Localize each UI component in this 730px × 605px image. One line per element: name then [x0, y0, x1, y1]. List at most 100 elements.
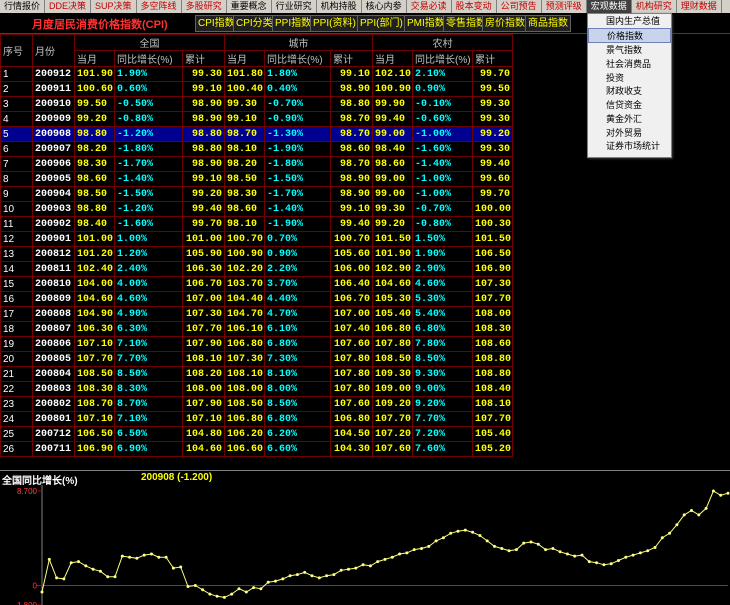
- sub-tab-8[interactable]: 商品指数: [525, 15, 571, 32]
- table-row[interactable]: 8 200905 98.60 -1.40% 99.10 98.50 -1.50% 98.90 9…: [0, 171, 514, 187]
- top-tab-9[interactable]: 交易必读: [407, 0, 452, 13]
- table-row[interactable]: 20 200805 107.70 7.70% 108.10 107.30 7.30% 107.…: [0, 351, 514, 367]
- table-row[interactable]: 12 200901 101.00 1.00% 101.00 100.70 0.70% 100.…: [0, 231, 514, 247]
- rural-cumulative-cell: 99.50: [472, 81, 514, 97]
- table-row[interactable]: 5 200908 98.80 -1.20% 98.80 98.70 -1.30% 98.70 9…: [0, 126, 514, 142]
- column-header-national-cumulative[interactable]: 累计: [181, 50, 226, 67]
- national-cumulative-cell: 107.70: [181, 321, 226, 337]
- table-row[interactable]: 24 200801 107.10 7.10% 107.10 106.80 6.80% 106.…: [0, 411, 514, 427]
- national-yoy-cell: -1.60%: [114, 216, 183, 232]
- national-yoy-cell: 6.50%: [114, 426, 183, 442]
- national-current-cell: 99.50: [74, 96, 115, 112]
- column-header-national-current[interactable]: 当月: [74, 50, 115, 67]
- table-row[interactable]: 10 200903 98.80 -1.20% 99.40 98.60 -1.40% 99.10…: [0, 201, 514, 217]
- rural-yoy-cell: -0.80%: [412, 216, 474, 232]
- group-header-national: 全国: [73, 34, 226, 51]
- top-tab-11[interactable]: 公司预告: [497, 0, 542, 13]
- sub-tab-4[interactable]: PPI(部门): [357, 15, 406, 32]
- table-row[interactable]: 1 200912 101.90 1.90% 99.30 101.80 1.80% 99.10 1…: [0, 66, 514, 82]
- urban-yoy-cell: 8.50%: [264, 396, 332, 412]
- top-tab-15[interactable]: 理财数据: [677, 0, 722, 13]
- table-row[interactable]: 14 200811 102.40 2.40% 106.30 102.20 2.20% 106.…: [0, 261, 514, 277]
- top-tab-8[interactable]: 核心内参: [362, 0, 407, 13]
- table-row[interactable]: 22 200803 108.30 8.30% 108.00 108.00 8.00% 107.…: [0, 381, 514, 397]
- dropdown-item-6[interactable]: 信贷资金: [588, 98, 671, 112]
- sub-tab-7[interactable]: 房价指数: [482, 15, 528, 32]
- top-tab-1[interactable]: DDE决策: [45, 0, 92, 13]
- table-row[interactable]: 2 200911 100.60 0.60% 99.10 100.40 0.40% 98.90 1…: [0, 81, 514, 97]
- top-tab-6[interactable]: 行业研究: [272, 0, 317, 13]
- top-tab-14[interactable]: 机构研究: [632, 0, 677, 13]
- top-tab-5[interactable]: 重要概念: [227, 0, 272, 13]
- national-current-cell: 98.80: [74, 126, 115, 142]
- column-header-index[interactable]: 序号: [0, 34, 33, 67]
- urban-yoy-cell: 1.80%: [264, 66, 332, 82]
- sub-tab-5[interactable]: PMI指数: [404, 15, 448, 32]
- sub-tab-3[interactable]: PPI(资料): [310, 15, 359, 32]
- table-row[interactable]: 6 200907 98.20 -1.80% 98.80 98.10 -1.90% 98.60 9…: [0, 141, 514, 157]
- chart-point: [704, 506, 708, 510]
- sub-tab-1[interactable]: CPI分类: [233, 15, 276, 32]
- dropdown-item-2[interactable]: 景气指数: [588, 43, 671, 57]
- column-header-period[interactable]: 月份: [32, 34, 75, 67]
- table-row[interactable]: 17 200808 104.90 4.90% 107.30 104.70 4.70% 107.…: [0, 306, 514, 322]
- yoy-line-chart[interactable]: 8.700 0 -1.800: [0, 471, 730, 605]
- table-row[interactable]: 18 200807 106.30 6.30% 107.70 106.10 6.10% 107.…: [0, 321, 514, 337]
- table-row[interactable]: 7 200906 98.30 -1.70% 98.90 98.20 -1.80% 98.70 9…: [0, 156, 514, 172]
- chart-point: [354, 566, 358, 570]
- dropdown-item-7[interactable]: 黄金外汇: [588, 112, 671, 126]
- table-row[interactable]: 16 200809 104.60 4.60% 107.00 104.40 4.40% 106.…: [0, 291, 514, 307]
- yoy-chart-panel[interactable]: 8.700 0 -1.800 全国同比增长(%) 200908 (-1.200): [0, 470, 730, 605]
- top-tab-7[interactable]: 机构持股: [317, 0, 362, 13]
- urban-yoy-cell: -1.80%: [264, 156, 332, 172]
- dropdown-item-1[interactable]: 价格指数: [588, 27, 671, 44]
- table-row[interactable]: 9 200904 98.50 -1.50% 99.20 98.30 -1.70% 98.90 9…: [0, 186, 514, 202]
- table-row[interactable]: 21 200804 108.50 8.50% 108.20 108.10 8.10% 107.…: [0, 366, 514, 382]
- dropdown-item-5[interactable]: 财政收支: [588, 84, 671, 98]
- urban-current-cell: 104.40: [224, 291, 266, 307]
- top-tab-13[interactable]: 宏观数据: [586, 0, 632, 13]
- dropdown-item-4[interactable]: 投资: [588, 71, 671, 85]
- top-tab-4[interactable]: 多股研究: [182, 0, 227, 13]
- dropdown-item-8[interactable]: 对外贸易: [588, 126, 671, 140]
- dropdown-item-0[interactable]: 国内生产总值: [588, 14, 671, 28]
- table-row[interactable]: 26 200711 106.90 6.90% 104.60 106.60 6.60% 104.…: [0, 441, 514, 457]
- table-row[interactable]: 4 200909 99.20 -0.80% 98.90 99.10 -0.90% 98.70 9…: [0, 111, 514, 127]
- table-row[interactable]: 15 200810 104.00 4.00% 106.70 103.70 3.70% 106.…: [0, 276, 514, 292]
- row-index-cell: 22: [0, 381, 33, 397]
- rural-yoy-cell: 5.40%: [412, 306, 474, 322]
- table-row[interactable]: 19 200806 107.10 7.10% 107.90 106.80 6.80% 107.…: [0, 336, 514, 352]
- top-tab-12[interactable]: 预测评级: [542, 0, 587, 13]
- chart-point: [230, 592, 234, 596]
- sub-tab-2[interactable]: PPI指数: [272, 15, 315, 32]
- table-row[interactable]: 13 200812 101.20 1.20% 105.90 100.90 0.90% 105.…: [0, 246, 514, 262]
- column-header-rural-cumulative[interactable]: 累计: [472, 50, 514, 67]
- chart-point: [157, 555, 161, 559]
- table-row[interactable]: 23 200802 108.70 8.70% 107.90 108.50 8.50% 107.…: [0, 396, 514, 412]
- top-tab-0[interactable]: 行情报价: [0, 0, 46, 13]
- table-row[interactable]: 11 200902 98.40 -1.60% 99.70 98.10 -1.90% 99.40…: [0, 216, 514, 232]
- column-header-rural-yoy[interactable]: 同比增长(%): [412, 50, 474, 67]
- column-header-rural-current[interactable]: 当月: [372, 50, 414, 67]
- table-row[interactable]: 25 200712 106.50 6.50% 104.80 106.20 6.20% 104.…: [0, 426, 514, 442]
- rural-cumulative-cell: 99.70: [472, 66, 514, 82]
- chart-point: [113, 575, 117, 579]
- table-row[interactable]: 3 200910 99.50 -0.50% 98.90 99.30 -0.70% 98.80 9…: [0, 96, 514, 112]
- column-header-urban-cumulative[interactable]: 累计: [330, 50, 374, 67]
- national-yoy-cell: 0.60%: [114, 81, 183, 97]
- sub-tab-0[interactable]: CPI指数: [195, 15, 238, 32]
- national-cumulative-cell: 104.80: [181, 426, 226, 442]
- chart-point: [682, 513, 686, 517]
- top-tab-10[interactable]: 股本变动: [452, 0, 497, 13]
- column-header-urban-current[interactable]: 当月: [224, 50, 266, 67]
- row-index-cell: 23: [0, 396, 33, 412]
- rural-yoy-cell: 4.60%: [412, 276, 474, 292]
- chart-point: [478, 534, 482, 537]
- dropdown-item-9[interactable]: 证券市场统计: [588, 139, 671, 153]
- column-header-national-yoy[interactable]: 同比增长(%): [114, 50, 183, 67]
- row-period-cell: 200901: [32, 231, 75, 247]
- top-tab-3[interactable]: 多空阵线: [137, 0, 182, 13]
- column-header-urban-yoy[interactable]: 同比增长(%): [264, 50, 332, 67]
- top-tab-2[interactable]: SUP决策: [91, 0, 137, 13]
- dropdown-item-3[interactable]: 社会消费品: [588, 57, 671, 71]
